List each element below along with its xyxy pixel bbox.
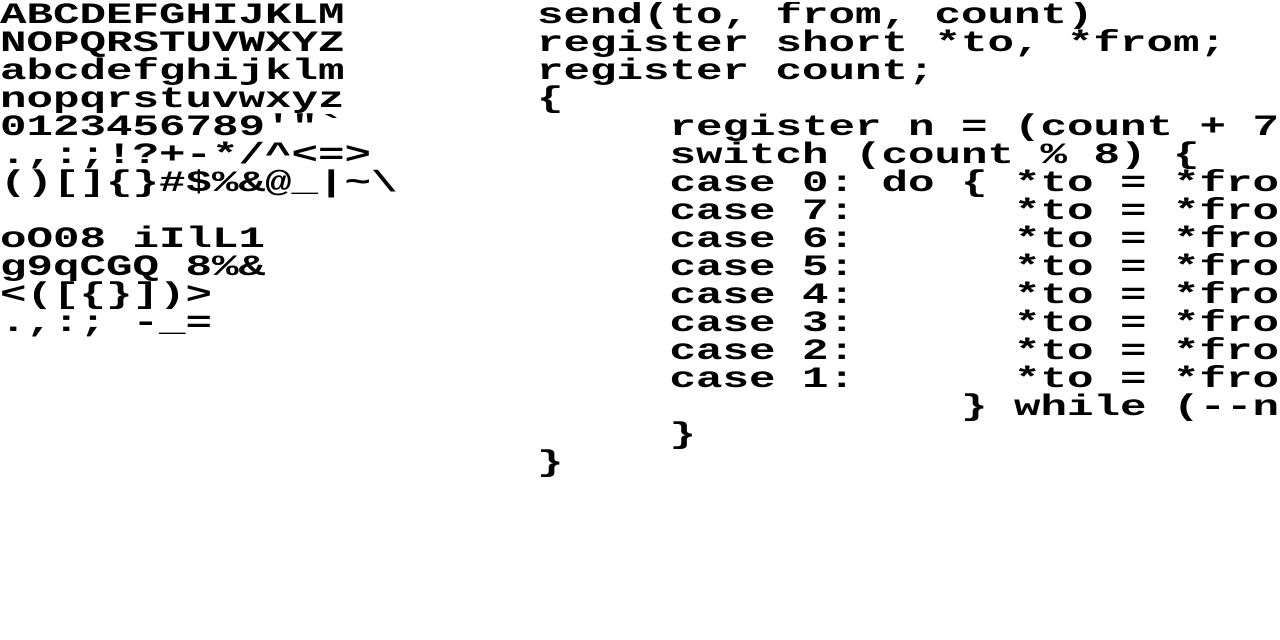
charset-specimen: ABCDEFGHIJKLM NOPQRSTUVWXYZ abcdefghijklm n… xyxy=(0,1,520,339)
code-line: case 5: *to = *fro xyxy=(537,251,1280,285)
code-line: case 3: *to = *fro xyxy=(537,307,1280,341)
code-line: } while (--n xyxy=(537,391,1280,425)
code-sample: send(to, from, count) register short *to,… xyxy=(537,2,1280,502)
code-line: case 4: *to = *fro xyxy=(537,279,1280,313)
code-line: register count; xyxy=(537,55,935,89)
code-line: send(to, from, count) xyxy=(537,2,1094,33)
code-line: { xyxy=(537,83,564,117)
code-line: case 0: do { *to = *fro xyxy=(537,167,1280,201)
code-line: case 2: *to = *fro xyxy=(537,335,1280,369)
code-line: register n = (count + 7 xyxy=(537,111,1280,145)
code-line: switch (count % 8) { xyxy=(537,139,1200,173)
code-line: case 7: *to = *fro xyxy=(537,195,1280,229)
code-line: case 1: *to = *fro xyxy=(537,363,1280,397)
code-line: register short *to, *from; xyxy=(537,27,1227,61)
code-line: case 6: *to = *fro xyxy=(537,223,1280,257)
code-line: } xyxy=(537,419,697,453)
code-line: } xyxy=(537,447,564,481)
